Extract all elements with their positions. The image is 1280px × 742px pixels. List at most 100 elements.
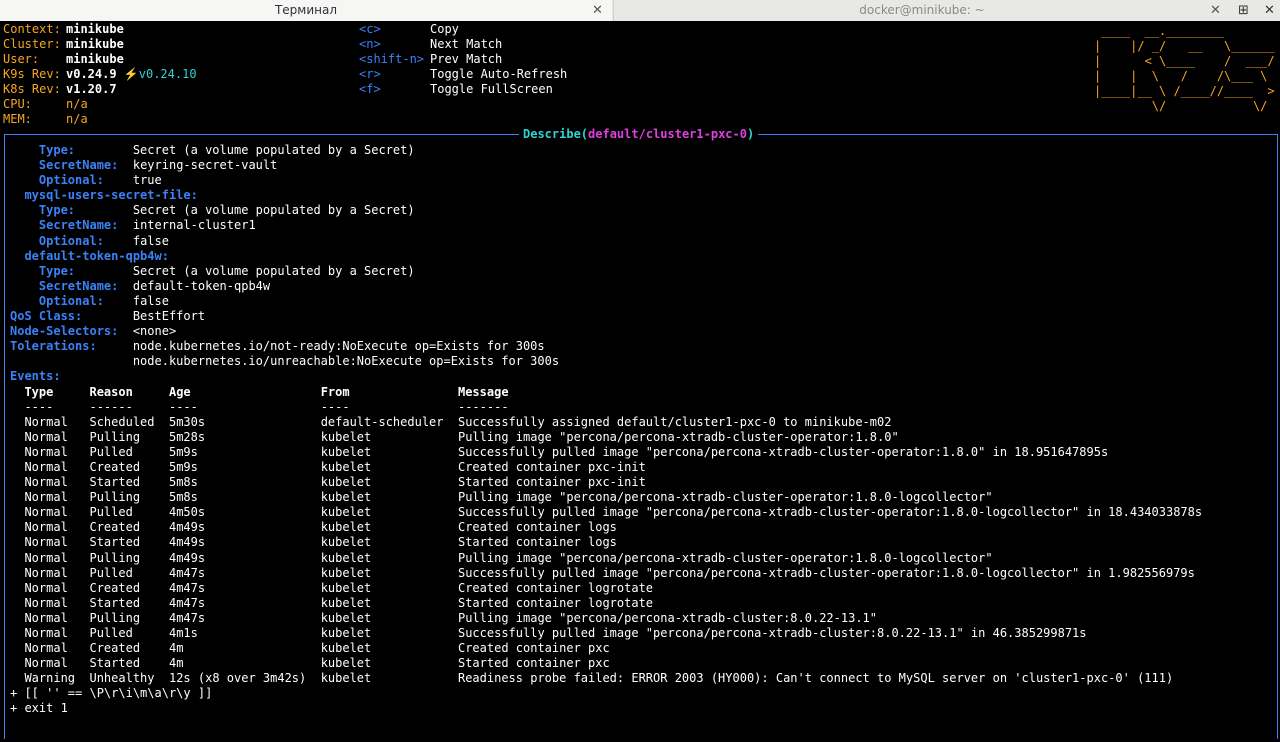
event-cell: Started xyxy=(89,656,169,671)
describe-resource: default/cluster1-pxc-0 xyxy=(588,127,747,141)
field-key: Type: xyxy=(38,143,76,157)
shortcut-action: Toggle FullScreen xyxy=(430,82,553,96)
field-value: default-token-qpb4w xyxy=(132,278,271,293)
event-cell: Age xyxy=(168,384,321,399)
volume-field: Type: Secret (a volume populated by a Se… xyxy=(10,143,1202,158)
pod-field: node.kubernetes.io/unreachable:NoExecute… xyxy=(10,354,1202,369)
event-cell: Pulling image "percona/percona-xtradb-cl… xyxy=(457,429,899,444)
info-key: User: xyxy=(3,52,40,66)
event-cell: Successfully pulled image "percona/perco… xyxy=(457,565,1195,580)
info-key: Cluster: xyxy=(3,37,61,51)
field-key: SecretName: xyxy=(38,278,119,293)
event-cell: kubelet xyxy=(320,626,458,640)
event-row: Normal Started 5m8s kubelet Started cont… xyxy=(10,475,1202,490)
log-line: + [[ '' == \P\r\i\m\a\r\y ]] xyxy=(10,686,1202,701)
event-cell: Pulling xyxy=(89,429,169,444)
event-cell: 5m9s xyxy=(168,444,321,459)
field-key: Optional: xyxy=(38,173,104,188)
volume-field: Type: Secret (a volume populated by a Se… xyxy=(10,203,1202,218)
volume-field: Type: Secret (a volume populated by a Se… xyxy=(10,264,1202,279)
event-cell: kubelet xyxy=(320,535,458,550)
event-cell: kubelet xyxy=(320,641,458,656)
volume-label: mysql-users-secret-file: xyxy=(24,188,198,203)
describe-content: Type: Secret (a volume populated by a Se… xyxy=(10,143,1202,717)
event-cell: 4m49s xyxy=(168,520,321,535)
event-cell: kubelet xyxy=(320,505,458,520)
event-cell: Normal xyxy=(24,475,90,490)
event-cell: 4m47s xyxy=(168,565,321,580)
event-cell: Successfully assigned default/cluster1-p… xyxy=(457,414,892,429)
event-cell: Warning xyxy=(24,671,90,686)
field-value: node.kubernetes.io/not-ready:NoExecute o… xyxy=(132,339,545,354)
field-value: Secret (a volume populated by a Secret) xyxy=(132,263,415,278)
event-row: Normal Pulling 4m47s kubelet Pulling ima… xyxy=(10,611,1202,626)
shortcut-key: <n> xyxy=(359,37,381,51)
info-key: MEM: xyxy=(3,112,32,126)
info-value: v1.20.7 xyxy=(66,82,117,96)
field-value: true xyxy=(132,173,162,188)
event-cell: Pulling image "percona/percona-xtradb-cl… xyxy=(457,490,993,505)
terminal-tab-bar: Терминал ✕ docker@minikube: ~ ✕ ⊞ ✕ xyxy=(0,0,1280,22)
log-line: + exit 1 xyxy=(10,701,1202,716)
event-cell: Pulled xyxy=(89,626,169,640)
events-header: Type Reason Age From Message xyxy=(10,385,1202,400)
event-row: Normal Created 4m49s kubelet Created con… xyxy=(10,520,1202,535)
event-cell: kubelet xyxy=(320,444,458,459)
shortcut-action: Prev Match xyxy=(430,52,503,66)
event-cell: Created container logs xyxy=(457,520,617,535)
logo-line: ____ __.________ xyxy=(1094,24,1275,38)
field-value: BestEffort xyxy=(132,309,206,324)
event-cell: kubelet xyxy=(320,595,458,610)
event-row: Normal Started 4m49s kubelet Started con… xyxy=(10,535,1202,550)
event-row: Normal Created 4m kubelet Created contai… xyxy=(10,641,1202,656)
info-value: v0.24.9 xyxy=(66,67,117,81)
event-cell: Created container pxc-init xyxy=(457,459,646,474)
events-divider: ---- ------ ---- ---- ------- xyxy=(10,400,1202,415)
event-cell: kubelet xyxy=(320,671,458,686)
volume-field: SecretName: internal-cluster1 xyxy=(10,218,1202,233)
volume-name: mysql-users-secret-file: xyxy=(10,188,1202,203)
event-cell: Normal xyxy=(24,595,90,610)
event-row: Warning Unhealthy 12s (x8 over 3m42s) ku… xyxy=(10,671,1202,686)
close-window-icon[interactable]: ✕ xyxy=(1264,0,1275,21)
event-cell: 5m8s xyxy=(168,490,321,505)
event-row: Normal Created 5m9s kubelet Created cont… xyxy=(10,460,1202,475)
event-cell: Started container logs xyxy=(457,535,617,550)
logo-line: | | \ / /\___ \ xyxy=(1094,69,1275,83)
event-row: Normal Started 4m47s kubelet Started con… xyxy=(10,596,1202,611)
event-row: Normal Scheduled 5m30s default-scheduler… xyxy=(10,415,1202,430)
event-cell: Started container pxc-init xyxy=(457,475,646,490)
event-row: Normal Pulling 4m49s kubelet Pulling ima… xyxy=(10,551,1202,566)
close-tab-icon[interactable]: ✕ xyxy=(1210,0,1221,21)
k9s-logo: ____ __.________ | |/ _/ __ \______ | < … xyxy=(1094,24,1275,114)
event-cell: 12s (x8 over 3m42s) xyxy=(168,671,321,686)
logo-line: |____|__ \ /____//____ > xyxy=(1094,84,1275,98)
event-cell: Pulled xyxy=(89,444,169,459)
tab-docker-minikube[interactable]: docker@minikube: ~ xyxy=(613,0,1230,21)
close-tab-icon[interactable]: ✕ xyxy=(592,0,603,21)
event-cell: Normal xyxy=(24,656,90,671)
new-tab-icon[interactable]: ⊞ xyxy=(1238,0,1249,21)
event-cell: Pulling xyxy=(89,490,169,505)
event-cell: Created xyxy=(89,641,169,656)
info-value: n/a xyxy=(66,97,88,111)
event-cell: Normal xyxy=(24,550,90,565)
event-cell: 4m47s xyxy=(168,580,321,595)
tab-terminal[interactable]: Терминал xyxy=(0,0,612,21)
event-cell: kubelet xyxy=(320,550,458,565)
